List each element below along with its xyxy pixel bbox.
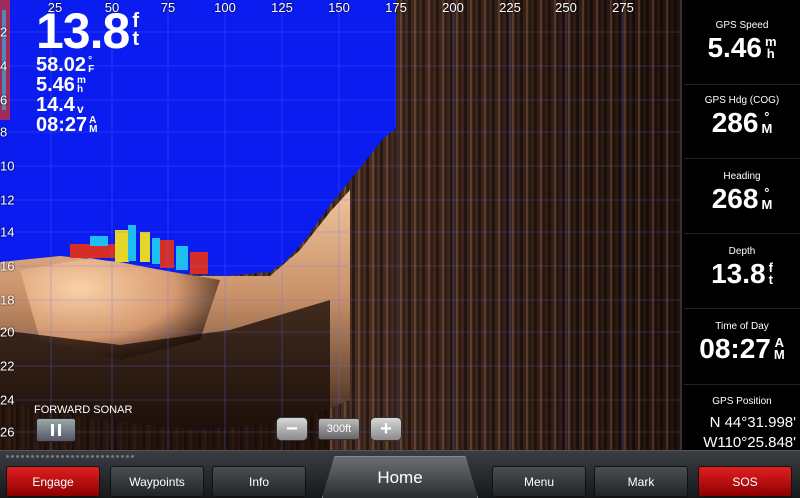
heading-unit: ° M	[761, 186, 773, 212]
divider	[684, 233, 800, 234]
field-value: 286 ° M	[682, 108, 800, 138]
field-label: GPS Hdg (COG)	[704, 95, 780, 106]
unit-part: M	[761, 120, 773, 136]
field-gps-heading[interactable]: GPS Hdg (COG) 286 ° M	[682, 95, 800, 138]
unit-part: t	[768, 271, 773, 287]
x-axis-tick: 75	[160, 0, 176, 15]
gps-speed-value: 5.46	[707, 32, 762, 63]
overlay-voltage-value: 14.4	[36, 94, 75, 116]
menu-button[interactable]: Menu	[492, 466, 586, 497]
x-axis-tick: 250	[555, 0, 577, 15]
pause-icon	[58, 424, 61, 436]
y-axis-tick: 20	[0, 324, 15, 340]
unit-part: M	[89, 124, 98, 135]
field-label: Time of Day	[715, 321, 769, 332]
field-label: GPS Position	[712, 396, 772, 407]
x-axis-tick: 275	[612, 0, 634, 15]
field-depth[interactable]: Depth 13.8 f t	[682, 246, 800, 289]
overlay-water-temp-value: 58.02	[36, 54, 87, 76]
depth-value: 13.8	[711, 258, 766, 289]
data-panel: GPS Speed 5.46 m h GPS Hdg (COG) 286 ° M…	[680, 0, 800, 453]
x-axis-tick: 100	[214, 0, 236, 15]
time-of-day-unit: A M	[773, 336, 785, 362]
overlay-speed-unit: m h	[76, 76, 86, 95]
minus-icon: −	[286, 417, 298, 440]
overlay-time-unit: A M	[89, 116, 98, 135]
x-axis-tick: 125	[271, 0, 293, 15]
field-label: Depth	[728, 246, 756, 257]
field-gps-speed[interactable]: GPS Speed 5.46 m h	[682, 20, 800, 63]
unit-part: M	[773, 346, 785, 362]
waypoints-button[interactable]: Waypoints	[110, 466, 204, 497]
sonar-view[interactable]: 25 50 75 100 125 150 175 200 225 250 275…	[0, 0, 680, 450]
overlay-time-value: 08:27	[36, 114, 88, 136]
x-axis-tick: 175	[385, 0, 407, 15]
unit-part: h	[76, 84, 84, 95]
y-axis-tick: 26	[0, 424, 15, 440]
status-led-strip	[6, 455, 136, 458]
info-button[interactable]: Info	[212, 466, 306, 497]
pause-button[interactable]	[36, 418, 76, 442]
gps-speed-unit: m h	[765, 35, 777, 61]
unit-part: t	[132, 28, 139, 50]
field-value: 268 ° M	[682, 184, 800, 214]
unit-part: F	[88, 64, 95, 75]
overlay-speed-value: 5.46	[36, 74, 75, 96]
heading-value: 268	[711, 183, 759, 214]
y-axis-tick: 16	[0, 258, 15, 274]
overlay-water-temp-unit: ° F	[88, 56, 95, 75]
depth-unit: f t	[768, 261, 773, 287]
mark-button[interactable]: Mark	[594, 466, 688, 497]
field-label: Heading	[723, 171, 761, 182]
field-value: 08:27 A M	[682, 334, 800, 364]
zoom-level: 300ft	[318, 418, 360, 440]
x-axis-tick: 225	[499, 0, 521, 15]
y-axis-tick: 12	[0, 192, 15, 208]
sos-button[interactable]: SOS	[698, 466, 792, 497]
divider	[684, 158, 800, 159]
data-overlay: 13.8 f t 58.02 ° F 5.46 m h 14.4 v 08:27	[36, 6, 139, 136]
overlay-speed: 5.46 m h	[36, 74, 139, 96]
plus-icon: +	[380, 417, 392, 440]
engage-button[interactable]: Engage	[6, 466, 100, 497]
field-label: GPS Speed	[715, 20, 769, 31]
overlay-depth-unit: f t	[132, 11, 139, 50]
y-axis-tick: 6	[0, 92, 8, 108]
divider	[684, 308, 800, 309]
unit-part: h	[766, 45, 775, 61]
zoom-in-button[interactable]: +	[370, 417, 402, 441]
field-gps-position[interactable]: GPS Position N 44°31.998' W110°25.848'	[682, 396, 800, 453]
x-axis-tick: 150	[328, 0, 350, 15]
time-of-day-value: 08:27	[699, 333, 771, 364]
y-axis-tick: 2	[0, 24, 8, 40]
y-axis-tick: 22	[0, 358, 15, 374]
unit-part: M	[761, 196, 773, 212]
overlay-depth: 13.8 f t	[36, 6, 139, 56]
field-value: 5.46 m h	[682, 33, 800, 63]
overlay-depth-value: 13.8	[36, 3, 130, 59]
y-axis-tick: 10	[0, 158, 15, 174]
home-button[interactable]: Home	[322, 456, 478, 498]
pause-icon	[51, 424, 54, 436]
y-axis-tick: 4	[0, 58, 8, 74]
field-time-of-day[interactable]: Time of Day 08:27 A M	[682, 321, 800, 364]
field-value: 13.8 f t	[682, 259, 800, 289]
sonar-mode-label: FORWARD SONAR	[34, 404, 133, 416]
divider	[684, 384, 800, 385]
y-axis-tick: 24	[0, 392, 15, 408]
overlay-voltage: 14.4 v	[36, 94, 139, 116]
overlay-time: 08:27 A M	[36, 114, 139, 136]
gps-heading-value: 286	[711, 107, 759, 138]
x-axis-tick: 200	[442, 0, 464, 15]
divider	[684, 84, 800, 85]
y-axis-tick: 8	[0, 124, 8, 140]
gps-heading-unit: ° M	[761, 110, 773, 136]
field-heading[interactable]: Heading 268 ° M	[682, 171, 800, 214]
zoom-out-button[interactable]: −	[276, 417, 308, 441]
gps-latitude: N 44°31.998'	[709, 414, 796, 431]
y-axis-tick: 18	[0, 292, 15, 308]
y-axis-tick: 14	[0, 224, 15, 240]
